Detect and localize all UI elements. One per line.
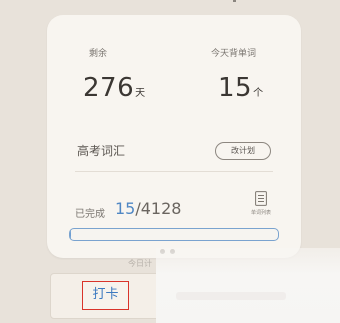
list-document-icon — [255, 191, 267, 206]
remaining-days-label: 剩余 — [89, 49, 108, 59]
completed-count: 15/4128 — [115, 199, 181, 218]
progress-bar-fill — [70, 229, 71, 240]
progress-bar — [69, 228, 279, 241]
today-words-unit: 个 — [253, 88, 264, 99]
completed-done: 15 — [115, 199, 136, 218]
card-divider — [75, 171, 273, 172]
app-screen: 剩余 276天 今天背单词 15个 高考词汇 改计划 已完成 15/4128 单… — [0, 0, 340, 323]
change-plan-button[interactable]: 改计划 — [215, 142, 271, 160]
top-indicator — [233, 0, 236, 2]
remaining-days-number: 276 — [83, 73, 135, 103]
faint-overlay-strip — [176, 292, 286, 300]
today-hint: 今日计 — [128, 259, 152, 268]
word-list-label: 单词列表 — [250, 210, 271, 216]
today-words-label: 今天背单词 — [211, 49, 257, 59]
completed-total: /4128 — [135, 199, 182, 218]
remaining-days-unit: 天 — [135, 88, 146, 99]
blurred-overlay — [156, 248, 340, 323]
today-words-number: 15 — [218, 73, 253, 103]
today-words-value: 15个 — [218, 73, 263, 103]
wordbook-name: 高考词汇 — [77, 144, 126, 158]
completed-label: 已完成 — [75, 209, 105, 220]
study-plan-card: 剩余 276天 今天背单词 15个 高考词汇 改计划 已完成 15/4128 单… — [47, 15, 301, 258]
checkin-button[interactable]: 打卡 — [82, 281, 129, 310]
remaining-days-value: 276天 — [83, 73, 145, 103]
word-list-button[interactable]: 单词列表 — [243, 191, 279, 221]
